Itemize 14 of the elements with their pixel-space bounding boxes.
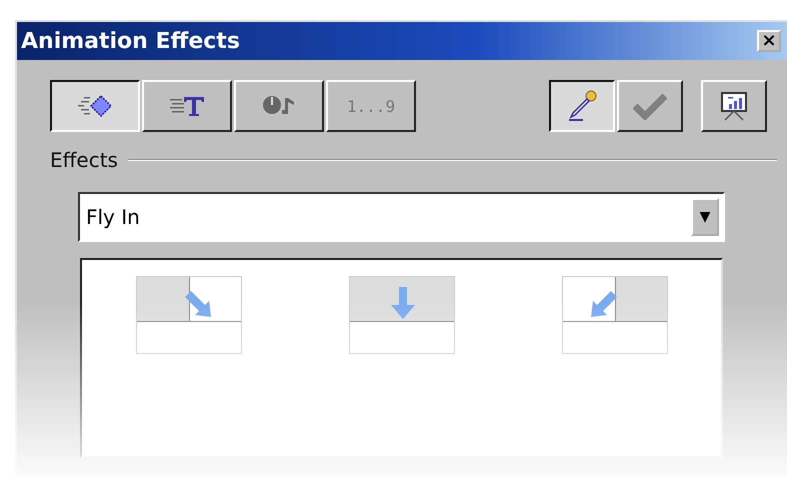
checkmark-icon xyxy=(633,92,667,120)
tool-button[interactable] xyxy=(549,80,615,132)
diamond-icon xyxy=(78,95,112,117)
direction-tile[interactable] xyxy=(348,276,454,354)
slideshow-icon xyxy=(719,91,749,121)
close-button[interactable]: × xyxy=(757,30,781,52)
pen-icon xyxy=(567,90,597,122)
effects-label: Effects xyxy=(50,148,118,172)
direction-tile[interactable] xyxy=(136,276,242,354)
text-icon xyxy=(170,95,204,117)
effect-dropdown[interactable]: Fly In ▼ xyxy=(78,192,725,242)
window-title: Animation Effects xyxy=(21,28,240,54)
direction-tile[interactable] xyxy=(562,276,668,354)
tab[interactable] xyxy=(50,80,140,132)
